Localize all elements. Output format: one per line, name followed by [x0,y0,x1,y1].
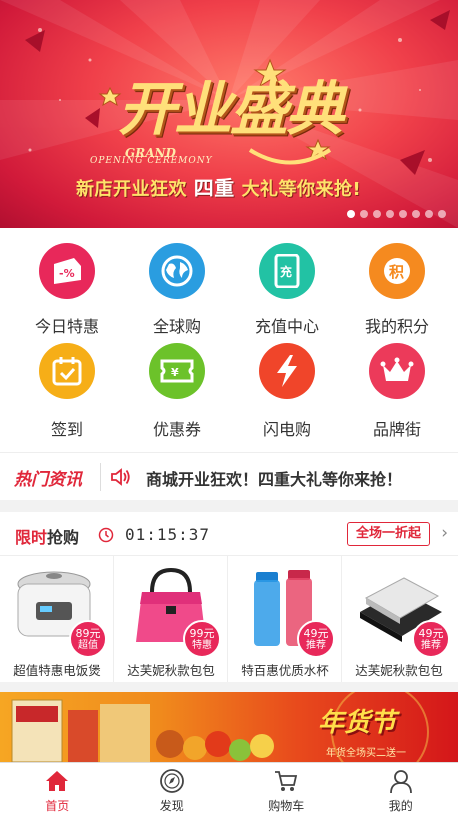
carousel-dot[interactable] [412,210,420,218]
flash-sale-section: 限时抢购 01:15:37 全场一折起 › 89元 超值 超值特惠电饭煲 99元… [0,512,458,682]
news-tag: 热门资讯 [14,470,82,490]
home-icon [46,771,69,791]
phone-recharge-icon: 充 [259,243,315,299]
price-badge: 99元 特惠 [183,620,221,658]
home-page: 开业盛典 GRAND OPENING CEREMONY 新店开业狂欢 四重 大礼… [0,0,458,814]
flash-sale-more-button[interactable]: 全场一折起 [346,522,430,546]
carousel-dot[interactable] [360,210,368,218]
nav-item-home[interactable]: 首页 [0,763,115,814]
price-badge: 49元 推荐 [297,620,335,658]
coupon-icon: ¥ [149,343,205,399]
speaker-icon [111,468,130,486]
calendar-check-icon [39,343,95,399]
banner-subtitle: 新店开业狂欢 四重 大礼等你来抢! [76,174,386,202]
lightning-icon [259,343,315,399]
nav-label: 首页 [45,799,70,813]
price-badge: 49元 推荐 [412,620,450,658]
carousel-dots[interactable] [347,210,446,218]
grid-item-flash-buy[interactable]: 闪电购 [230,336,344,444]
grid-item-label: 全球购 [152,317,201,336]
grid-item-label: 闪电购 [262,420,311,439]
product-tag: 推荐 [306,640,326,651]
flash-sale-title: 限时抢购 [15,524,79,548]
grid-item-label: 优惠券 [152,420,201,439]
product-name: 达芙妮秋款包包 [127,663,215,678]
grid-item-today-deals[interactable]: -% 今日特惠 [10,228,124,336]
cart-icon [275,771,298,791]
carousel-dot[interactable] [399,210,407,218]
news-headline[interactable]: 商城开业狂欢！四重大礼等你来抢！ [146,466,402,490]
grid-item-label: 签到 [50,420,83,439]
grid-item-my-points[interactable]: 积 我的积分 [340,228,454,336]
product-name: 达芙妮秋款包包 [355,663,443,678]
banner-subtitle-c: 大礼等你来抢! [241,179,362,200]
product-name: 超值特惠电饭煲 [13,663,101,678]
user-icon [389,770,412,794]
nav-label: 购物车 [268,799,305,813]
grid-item-label: 品牌街 [372,420,421,439]
compass-icon [159,769,184,793]
carousel-dot[interactable] [373,210,381,218]
grid-item-coupons[interactable]: ¥ 优惠券 [120,336,234,444]
promo-subtitle: 年货全场买二送一 [326,748,406,759]
grid-item-check-in[interactable]: 签到 [10,336,124,444]
chevron-right-icon[interactable]: › [441,523,448,543]
product-tag: 推荐 [421,640,441,651]
promo-banner[interactable]: 年货节 年货全场买二送一 [0,692,458,762]
grid-item-brand-street[interactable]: 品牌街 [340,336,454,444]
flash-title-red: 限时 [15,528,48,547]
news-ticker[interactable]: 热门资讯 商城开业狂欢！四重大礼等你来抢！ [0,452,458,500]
category-grid: -% 今日特惠 全球购 充 充值中心 积 我的积分 签到 ¥ 优惠券 闪电购 品… [0,228,458,452]
product-name: 特百惠优质水杯 [241,663,329,678]
product-card[interactable]: 99元 特惠 达芙妮秋款包包 [114,556,228,682]
product-price: 89元 [75,627,101,640]
svg-text:¥: ¥ [171,366,179,379]
grid-item-recharge[interactable]: 充 充值中心 [230,228,344,336]
points-icon: 积 [369,243,425,299]
svg-text:充: 充 [280,264,292,279]
product-price: 49元 [303,627,329,640]
product-tag: 超值 [78,640,98,651]
crown-icon [369,343,425,399]
svg-text:积: 积 [389,263,404,281]
globe-icon [149,243,205,299]
grid-item-global-shop[interactable]: 全球购 [120,228,234,336]
carousel-dot[interactable] [425,210,433,218]
carousel-dot[interactable] [347,210,355,218]
promo-title: 年货节 [318,708,397,738]
product-price: 49元 [418,627,444,640]
product-card[interactable]: 49元 推荐 达芙妮秋款包包 [342,556,456,682]
product-card[interactable]: 89元 超值 超值特惠电饭煲 [0,556,114,682]
carousel-dot[interactable] [386,210,394,218]
countdown-timer: 01:15:37 [125,525,211,544]
banner-title-text: 开业盛典 [118,75,344,143]
news-divider [100,463,101,491]
nav-label: 发现 [159,799,184,813]
hero-banner[interactable]: 开业盛典 GRAND OPENING CEREMONY 新店开业狂欢 四重 大礼… [0,0,458,228]
price-badge: 89元 超值 [69,620,107,658]
flash-title-rest: 抢购 [47,528,80,547]
bottom-nav: 首页 发现 购物车 我的 [0,762,458,814]
carousel-dot[interactable] [438,210,446,218]
nav-item-discover[interactable]: 发现 [115,763,230,814]
nav-item-mine[interactable]: 我的 [344,763,458,814]
product-tag: 特惠 [192,640,212,651]
nav-label: 我的 [388,799,413,813]
discount-tag-icon: -% [39,243,95,299]
grid-item-label: 我的积分 [364,317,429,336]
flash-sale-header: 限时抢购 01:15:37 全场一折起 › [0,512,458,556]
nav-item-cart[interactable]: 购物车 [229,763,344,814]
clock-icon [98,527,114,543]
product-card[interactable]: 49元 推荐 特百惠优质水杯 [228,556,342,682]
banner-ceremony: OPENING CEREMONY [90,156,213,166]
grid-item-label: 充值中心 [254,317,319,336]
grid-item-label: 今日特惠 [34,317,99,336]
banner-subtitle-a: 新店开业狂欢 [76,179,187,200]
banner-subtitle-b: 四重 [193,176,235,200]
svg-text:-%: -% [59,267,75,280]
product-price: 99元 [189,627,215,640]
